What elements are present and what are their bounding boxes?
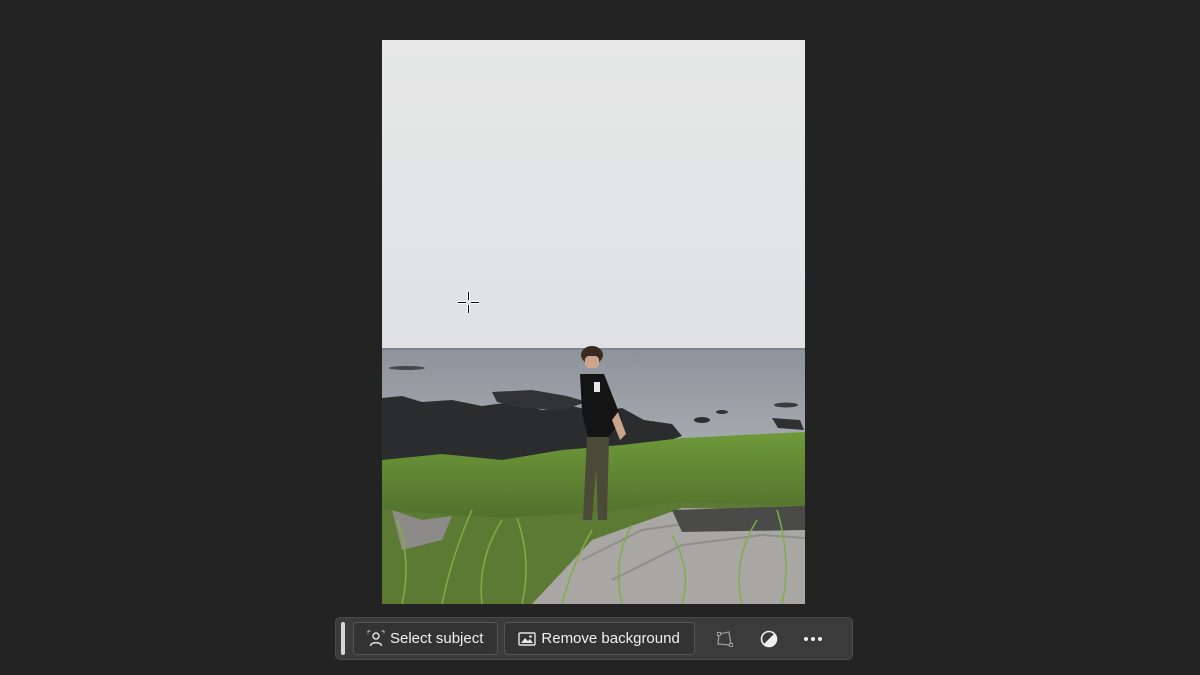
transform-button[interactable]	[705, 622, 745, 655]
contextual-task-bar: Select subject Remove background	[335, 617, 853, 660]
remove-background-label: Remove background	[541, 630, 680, 647]
person-selection-icon	[366, 629, 386, 649]
select-subject-label: Select subject	[390, 630, 484, 647]
remove-background-button[interactable]: Remove background	[504, 622, 695, 655]
image-icon	[517, 629, 537, 649]
document-image[interactable]	[382, 40, 805, 604]
transform-icon	[716, 630, 733, 647]
adjustment-button[interactable]	[749, 622, 789, 655]
select-subject-button[interactable]: Select subject	[353, 622, 499, 655]
contrast-circle-icon	[760, 630, 778, 647]
drag-handle[interactable]	[341, 622, 345, 655]
canvas-area[interactable]	[0, 0, 1200, 675]
more-horizontal-icon	[803, 636, 822, 641]
more-options-button[interactable]	[793, 622, 833, 655]
